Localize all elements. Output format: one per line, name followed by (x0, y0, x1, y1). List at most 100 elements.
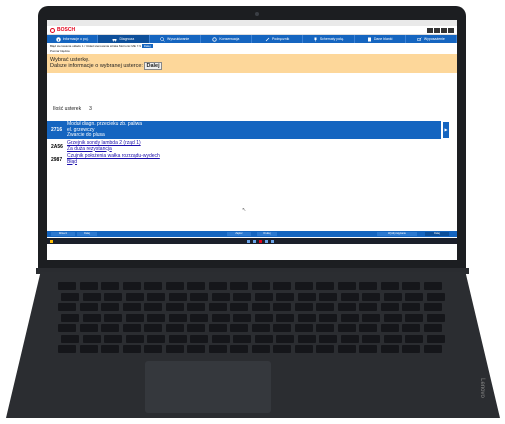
keyboard-key (104, 334, 122, 343)
keyboard-key (125, 313, 144, 322)
toolbar-button[interactable] (448, 27, 454, 33)
nav-label: Konserwacja (219, 37, 240, 41)
keyboard-key (61, 334, 79, 343)
keyboard-key (208, 345, 227, 353)
nav-item-data[interactable]: Dane blanki (355, 35, 406, 43)
toolbar-button[interactable] (441, 27, 447, 33)
fault-count-value: 3 (89, 106, 92, 112)
keyboard-key (230, 303, 248, 311)
breadcrumb-next-button[interactable]: Dalej (141, 44, 153, 48)
print-button[interactable]: Drukuj (257, 232, 277, 236)
keyboard-key (190, 313, 208, 322)
car-icon (112, 38, 117, 41)
keyboard-key (254, 292, 273, 301)
keyboard-key (294, 303, 313, 311)
keyboard-key (294, 324, 313, 332)
send-query-button[interactable]: Wyślij zapytanie (377, 232, 417, 236)
screen: BOSCH Informacje o poj. Diagnoza Wyszuki… (47, 20, 457, 260)
keyboard-key (230, 324, 248, 332)
keyboard-key (276, 313, 294, 322)
toolbar-button[interactable] (427, 27, 433, 33)
next-button[interactable]: Dalej (425, 232, 449, 236)
keyboard-key (82, 292, 101, 301)
gear-icon (212, 36, 217, 42)
webcam (255, 12, 259, 16)
keyboard-key (359, 345, 377, 353)
keyboard-key (405, 334, 423, 343)
expand-arrow-icon[interactable]: ▶ (443, 122, 449, 138)
keyboard-key (340, 292, 359, 301)
keyboard-key (319, 313, 337, 322)
taskbar-app-icon[interactable] (253, 240, 256, 243)
nav-label: Podręcznik (271, 37, 290, 41)
touchpad (145, 361, 271, 413)
nav-item-equipment[interactable]: Wyposażenie (406, 35, 457, 43)
keyboard-key (144, 303, 162, 311)
keyboard-key (190, 292, 208, 301)
taskbar-app-icon[interactable] (271, 240, 274, 243)
nav-item-manual[interactable]: Podręcznik (252, 35, 304, 43)
fault-status[interactable]: Za duża rezystancja (67, 146, 141, 153)
fault-row[interactable]: 2716 Moduł diagn. przecieku zb. paliwa e… (47, 121, 441, 139)
forward-button[interactable]: Dalej (77, 232, 97, 236)
keyboard-key (79, 345, 98, 353)
app-header: BOSCH (47, 26, 457, 35)
keyboard-key (251, 324, 270, 332)
toolbar-button[interactable] (434, 27, 440, 33)
taskbar-app-icon[interactable] (247, 240, 250, 243)
keyboard-key (273, 324, 291, 332)
keyboard-key (190, 334, 208, 343)
keyboard-key (233, 292, 251, 301)
next-button[interactable]: Dalej (144, 62, 162, 70)
keyboard-key (187, 324, 205, 332)
keyboard-key (125, 334, 144, 343)
nav-item-search[interactable]: Wyszukiwanie (150, 35, 201, 43)
keyboard-key (187, 303, 205, 311)
nav-label: Wyszukiwanie (167, 37, 190, 41)
keyboard-key (276, 292, 294, 301)
taskbar-app-icon[interactable] (259, 240, 262, 243)
fault-row[interactable]: 2987 Czujnik położenia wałka rozrządu-wy… (47, 153, 441, 166)
keyboard-key (79, 303, 98, 311)
keyboard-key (294, 282, 313, 290)
keyboard-key (297, 313, 316, 322)
os-taskbar (47, 238, 457, 244)
keyboard-key (383, 292, 402, 301)
fault-row[interactable]: 2A56 Grzejnik sondy lambda 2 (rząd 1) Za… (47, 140, 441, 153)
keyboard-key (230, 345, 248, 353)
keyboard-key (61, 292, 79, 301)
keyboard-key (405, 313, 423, 322)
keyboard-key (276, 334, 294, 343)
keyboard-key (58, 303, 76, 311)
keyboard-key (426, 334, 445, 343)
book-icon (367, 37, 371, 41)
keyboard-key (423, 324, 442, 332)
keyboard-key (251, 303, 270, 311)
fault-description[interactable]: Czujnik położenia wałka rozrządu-wydech (67, 153, 160, 160)
fault-status[interactable]: Błąd (67, 159, 160, 166)
nav-item-info[interactable]: Informacje o poj. (47, 35, 99, 43)
back-button[interactable]: Wstecz (51, 232, 75, 236)
nav-item-maintenance[interactable]: Konserwacja (201, 35, 252, 43)
keyboard (58, 282, 446, 358)
nav-item-diagnosis[interactable]: Diagnoza (98, 35, 150, 43)
keyboard-key (79, 324, 98, 332)
save-button[interactable]: Zapisz (227, 232, 251, 236)
keyboard-key (362, 292, 380, 301)
keyboard-key (359, 303, 377, 311)
nav-label: Schematy połą. (319, 37, 344, 41)
nav-item-wiring[interactable]: Schematy połą. (303, 35, 355, 43)
info-icon (55, 36, 61, 42)
keyboard-key (211, 334, 230, 343)
keyboard-key (165, 303, 184, 311)
keyboard-key (423, 345, 442, 353)
keyboard-key (402, 282, 420, 290)
keyboard-key (319, 292, 337, 301)
keyboard-key (82, 313, 101, 322)
taskbar-app-icon[interactable] (265, 240, 268, 243)
start-icon[interactable] (50, 240, 53, 243)
keyboard-key (101, 282, 119, 290)
keyboard-key (79, 282, 98, 290)
keyboard-key (362, 313, 380, 322)
keyboard-key (426, 313, 445, 322)
